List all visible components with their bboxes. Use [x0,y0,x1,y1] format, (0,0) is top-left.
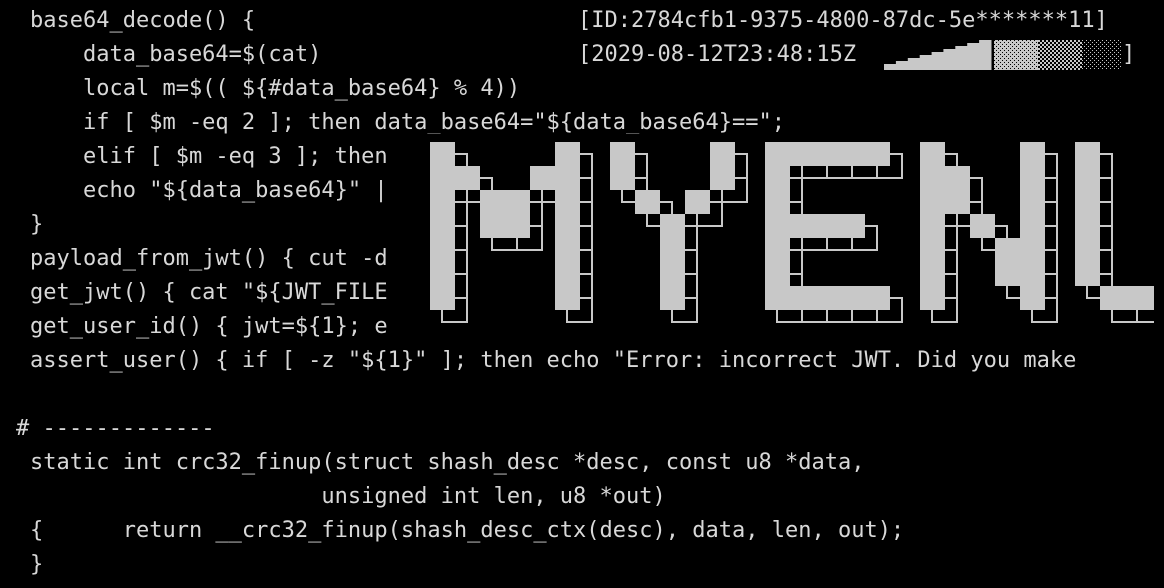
progress-step [979,40,992,70]
progress-bracket: ] [1122,42,1136,67]
progress-step [884,64,897,70]
banner-letter-u [1075,142,1154,323]
code-line: echo "${data_base64}" | [30,178,388,203]
progress-step [955,46,968,70]
ascii-banner-myenu [410,134,1154,334]
code-line: } [30,552,44,577]
code-line: assert_user() { if [ -z "${1}" ]; then e… [30,348,1077,373]
code-line: elif [ $m -eq 3 ]; then [30,144,388,169]
progress-step [919,55,933,70]
progress-bar [884,38,1122,72]
code-line: { return __crc32_finup(shash_desc_ctx(de… [30,518,905,543]
progress-step [967,43,980,70]
banner-letter-n [920,142,1058,323]
timestamp-header: [2029-08-12T23:48:15Z [578,42,857,67]
code-line: unsigned int len, u8 *out) [30,484,666,509]
progress-step [943,49,956,70]
code-line: } [30,212,44,237]
banner-letter-e [765,142,903,323]
code-line: get_jwt() { cat "${JWT_FILE [30,280,388,305]
session-id-header: [ID:2784cfb1-9375-4800-87dc-5e*******11] [578,8,1108,33]
code-line: local m=$(( ${#data_base64} % 4)) [30,76,521,101]
banner-letter-m [430,142,593,323]
separator-comment: # ------------- [16,416,215,441]
code-line: get_user_id() { jwt=${1}; e [30,314,388,339]
code-line: static int crc32_finup(struct shash_desc… [30,450,865,475]
banner-letter-y [610,142,748,323]
progress-dither-light [1082,40,1122,70]
code-line: payload_from_jwt() { cut -d [30,246,388,271]
progress-dither-mid [1038,40,1082,70]
progress-step [931,52,944,70]
progress-step [907,58,921,70]
progress-fill [884,40,992,70]
progress-step [895,61,909,70]
terminal-window[interactable]: base64_decode() { data_base64=$(cat) loc… [0,0,1164,588]
code-line: base64_decode() { [30,8,256,33]
progress-dither-dense [994,40,1038,70]
code-line: data_base64=$(cat) [30,42,322,67]
